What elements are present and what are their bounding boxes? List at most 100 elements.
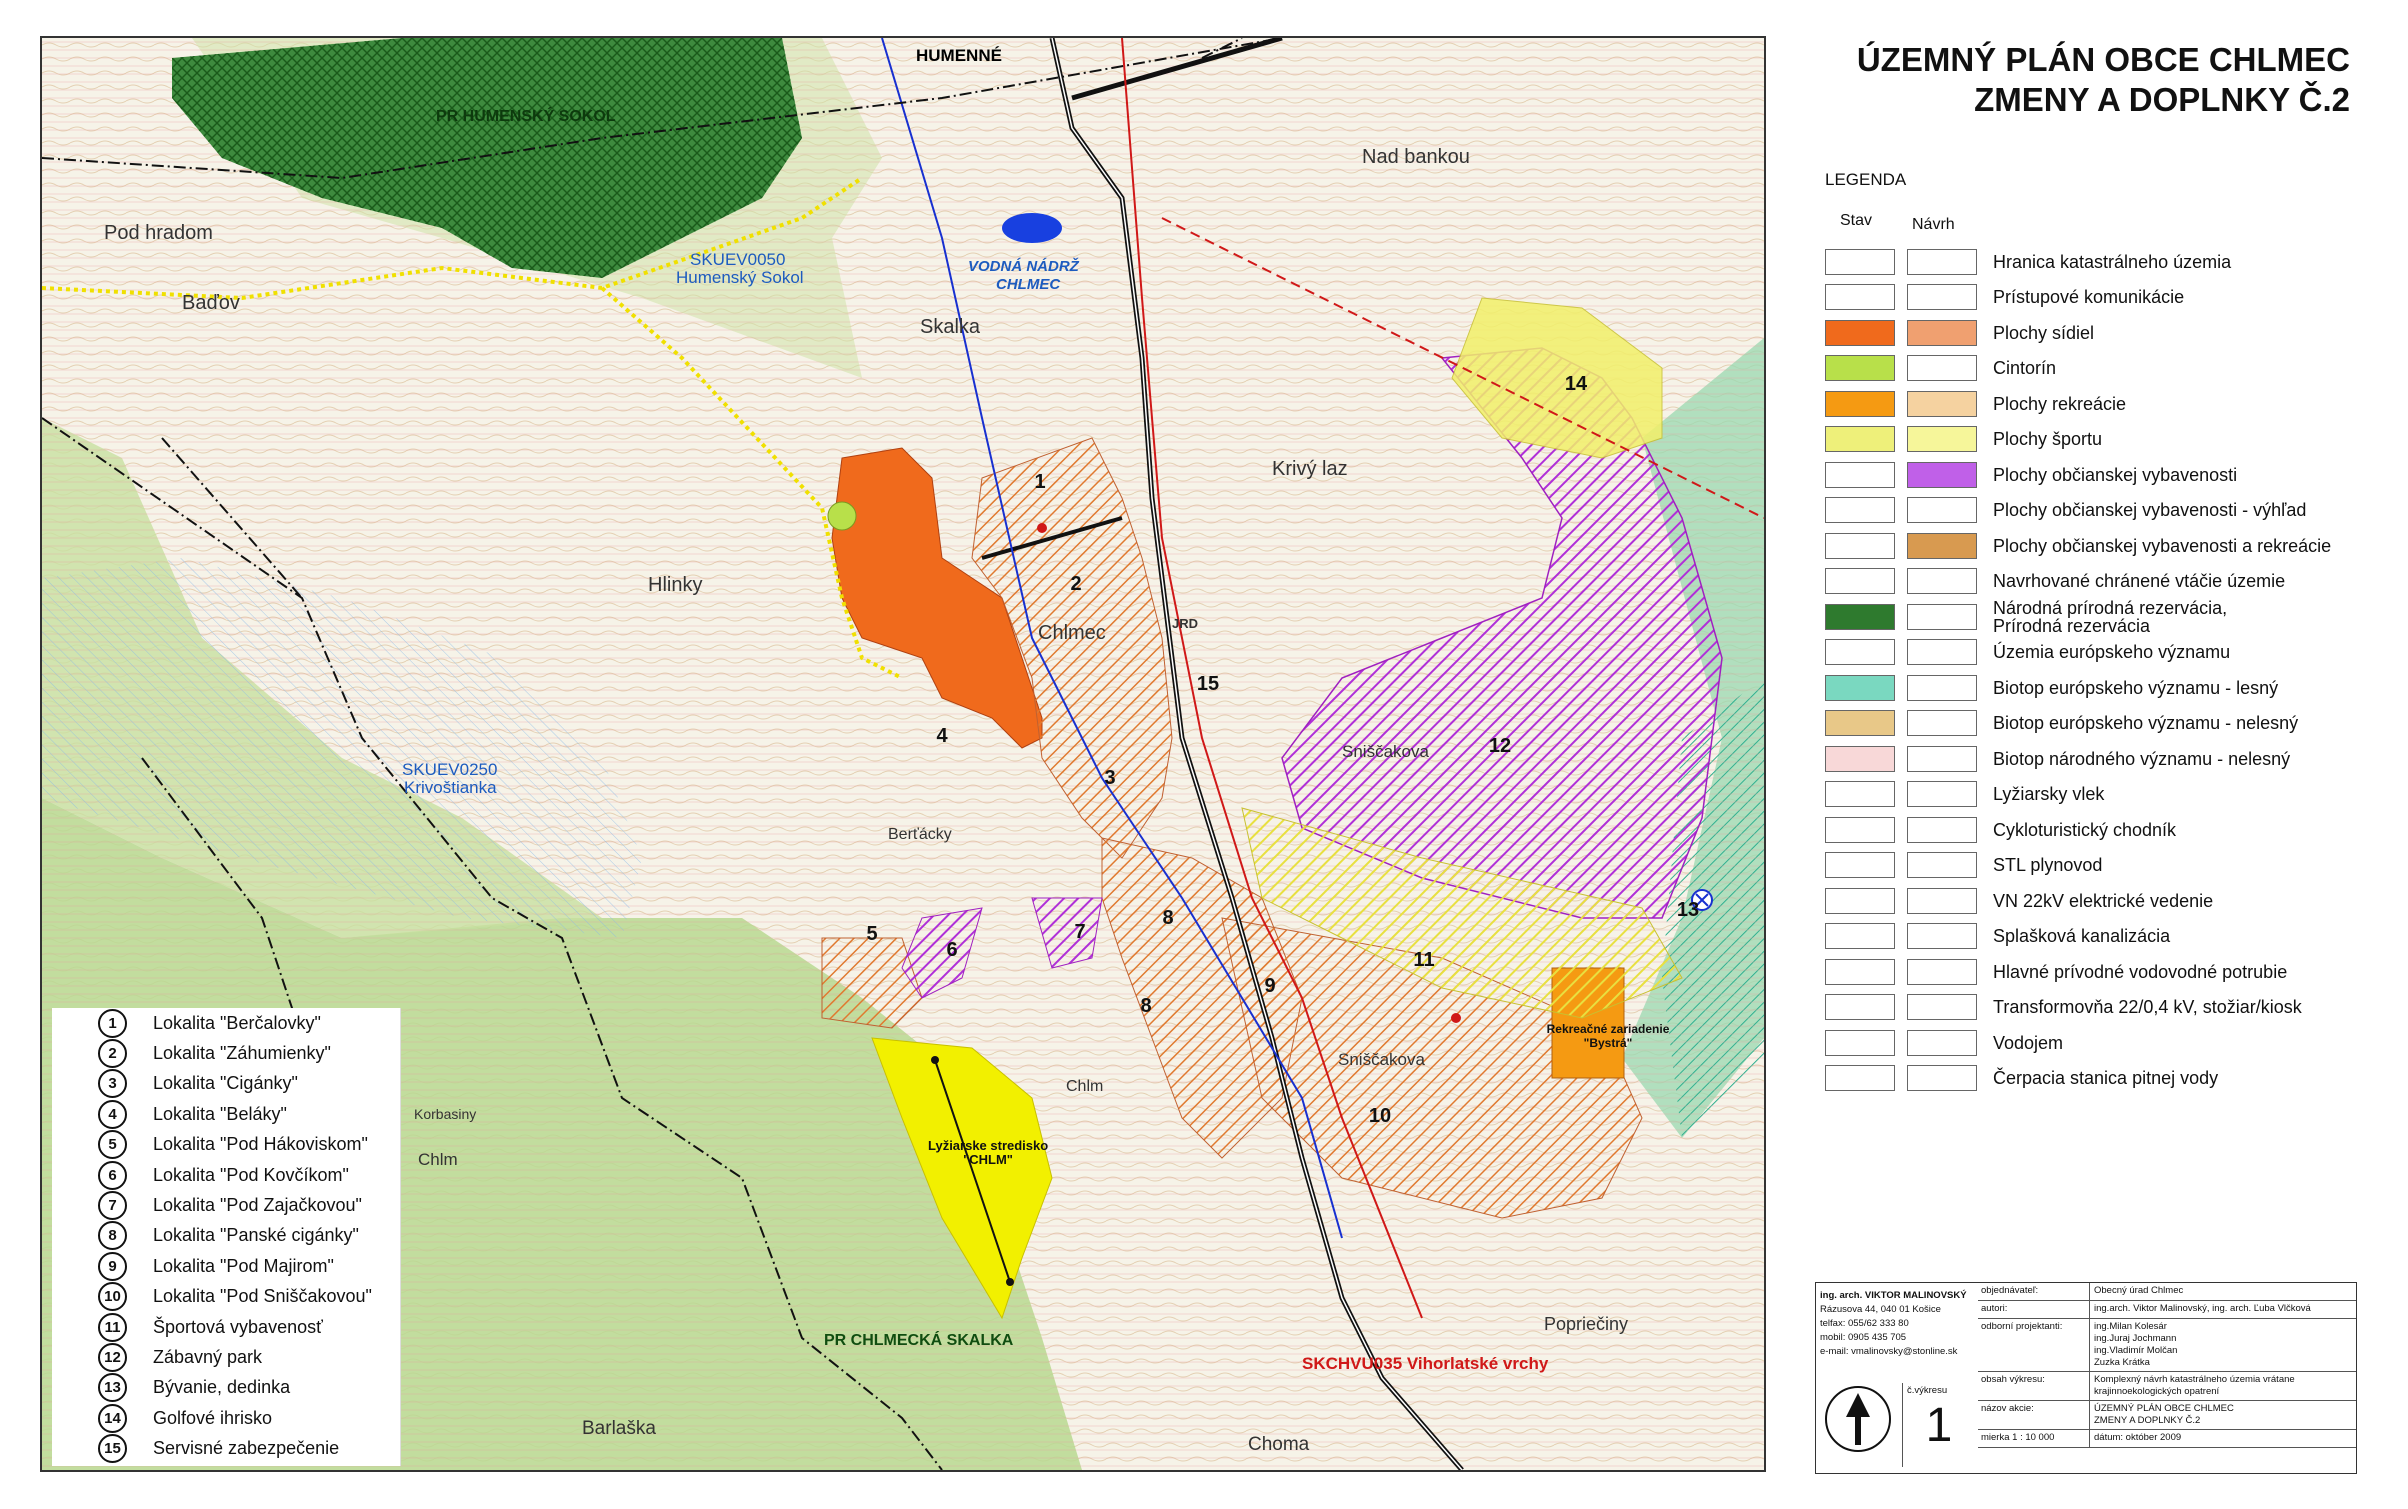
map-label-choma: Choma bbox=[1248, 1434, 1310, 1455]
lokalita-item: 6 Lokalita "Pod Kovčíkom" bbox=[52, 1160, 400, 1190]
zone-number: 11 bbox=[1413, 949, 1435, 971]
drawing-number-value: 1 bbox=[1925, 1399, 1953, 1452]
drawing-number-label: č.výkresu bbox=[1907, 1385, 1948, 1396]
map-label-rekreacne: Rekreačné zariadenie bbox=[1546, 1022, 1670, 1036]
legend-row: Plochy športu bbox=[1825, 422, 2385, 458]
legend-swatch-navrh bbox=[1907, 603, 1977, 630]
legend-label: Navrhované chránené vtáčie územie bbox=[1993, 571, 2286, 592]
author-email: e-mail: vmalinovsky@stonline.sk bbox=[1820, 1346, 1958, 1357]
lokalita-label: Športová vybavenosť bbox=[153, 1316, 323, 1337]
legend-swatch-stav bbox=[1825, 887, 1895, 914]
lokalita-item: 3 Lokalita "Cigánky" bbox=[52, 1069, 400, 1099]
legend-row: Prístupové komunikácie bbox=[1825, 280, 2385, 316]
map-label-sniscakova-2: Sniščakova bbox=[1338, 1050, 1425, 1069]
legend-swatch-navrh bbox=[1907, 1029, 1977, 1056]
map-frame[interactable]: HUMENNÉ PR HUMENSKÝ SOKOL SKUEV0050 Hume… bbox=[40, 36, 1766, 1472]
lokalita-label: Servisné zabezpečenie bbox=[153, 1438, 340, 1459]
legend-label: Plochy rekreácie bbox=[1993, 393, 2127, 414]
map-label-nad-bankou: Nad bankou bbox=[1362, 146, 1470, 168]
legend-label: Transformovňa 22/0,4 kV, stožiar/kiosk bbox=[1993, 997, 2302, 1018]
zone-number: 1 bbox=[1034, 471, 1046, 493]
info-key: objednávateľ: bbox=[1978, 1283, 2090, 1300]
page-subtitle: ZMENY A DOPLNKY Č.2 bbox=[1974, 81, 2350, 118]
legend-label: Územia európskeho významu bbox=[1993, 642, 2231, 663]
lokalita-item: 5 Lokalita "Pod Hákoviskom" bbox=[52, 1130, 400, 1160]
legend-swatch-navrh bbox=[1907, 390, 1977, 417]
legend-swatch-stav bbox=[1825, 816, 1895, 843]
legend-swatch-stav bbox=[1825, 461, 1895, 488]
legend-label: Cintorín bbox=[1993, 358, 2057, 379]
legend-swatch-navrh bbox=[1907, 497, 1977, 524]
legend-label: Vodojem bbox=[1993, 1032, 2064, 1053]
info-value: Komplexný návrh katastrálneho územia vrá… bbox=[2094, 1374, 2295, 1397]
legend-label: VN 22kV elektrické vedenie bbox=[1993, 890, 2214, 911]
author-phone: telfax: 055/62 333 80 bbox=[1820, 1318, 1909, 1329]
legend-swatch-stav bbox=[1825, 390, 1895, 417]
zone-number: 6 bbox=[946, 939, 958, 961]
legend-row: Vodojem bbox=[1825, 1025, 2385, 1061]
lokalita-label: Lokalita "Záhumienky" bbox=[153, 1043, 331, 1064]
zone-number: 12 bbox=[1488, 735, 1512, 757]
map-label-skalka: Skalka bbox=[920, 316, 981, 338]
legend-list: Hranica katastrálneho územia Prístupové k… bbox=[1825, 244, 2385, 1096]
legend-row: Biotop európskeho významu - nelesný bbox=[1825, 706, 2385, 742]
legend-row: Hlavné prívodné vodovodné potrubie bbox=[1825, 954, 2385, 990]
lokalita-item: 9 Lokalita "Pod Majirom" bbox=[52, 1251, 400, 1281]
lokalita-label: Lokalita "Beláky" bbox=[153, 1103, 287, 1124]
lokalita-label: Lokalita "Pod Hákoviskom" bbox=[153, 1134, 368, 1155]
info-row: názov akcie: ÚZEMNÝ PLÁN OBCE CHLMEC ZMEN… bbox=[1978, 1401, 2356, 1430]
lokalita-item: 2 Lokalita "Záhumienky" bbox=[52, 1038, 400, 1069]
zone-number: 7 bbox=[1074, 921, 1086, 943]
lokalita-label: Lokalita "Panské cigánky" bbox=[153, 1225, 359, 1246]
info-row: odborní projektanti: ing.Milan Kolesár in… bbox=[1978, 1319, 2356, 1372]
legend-label: Národná prírodná rezervácia, Prírodná re… bbox=[1993, 597, 2228, 636]
legend-swatch-stav bbox=[1825, 603, 1895, 630]
legend-swatch-stav bbox=[1825, 710, 1895, 737]
lokalita-label: Lokalita "Cigánky" bbox=[153, 1073, 298, 1094]
legend-swatch-navrh bbox=[1907, 248, 1977, 275]
lokalita-number: 4 bbox=[98, 1099, 127, 1129]
legend-swatch-stav bbox=[1825, 355, 1895, 382]
info-value: ÚZEMNÝ PLÁN OBCE CHLMEC ZMENY A DOPLNKY … bbox=[2094, 1403, 2234, 1426]
legend-swatch-navrh bbox=[1907, 745, 1977, 772]
lokalita-number: 8 bbox=[98, 1221, 127, 1251]
lokalita-number: 15 bbox=[98, 1434, 127, 1464]
lokalita-number: 14 bbox=[98, 1403, 127, 1433]
info-key: názov akcie: bbox=[1978, 1401, 2090, 1429]
map-label-sniscakova: Sniščakova bbox=[1342, 742, 1429, 761]
map-label-rekreacne-bystra: "Bystrá" bbox=[1583, 1036, 1633, 1050]
info-row: objednávateľ: Obecný úrad Chlmec bbox=[1978, 1283, 2356, 1301]
map-label-skuev0250: SKUEV0250 bbox=[402, 760, 498, 779]
legend-swatch-navrh bbox=[1907, 710, 1977, 737]
info-value: ing.Milan Kolesár ing.Juraj Jochmann ing… bbox=[2094, 1321, 2178, 1368]
legend-swatch-navrh bbox=[1907, 816, 1977, 843]
legend-swatch-stav bbox=[1825, 674, 1895, 701]
map-label-jrd: JRD bbox=[1172, 616, 1199, 631]
legend-label: Plochy občianskej vybavenosti a rekreáci… bbox=[1993, 535, 2332, 556]
info-table: objednávateľ: Obecný úrad Chlmec autori: in… bbox=[1978, 1283, 2356, 1448]
legend-label: Biotop národného významu - nelesný bbox=[1993, 748, 2291, 769]
legend-swatch-navrh bbox=[1907, 674, 1977, 701]
legend-row: Splašková kanalizácia bbox=[1825, 919, 2385, 955]
lokalita-label: Lokalita "Pod Kovčíkom" bbox=[153, 1164, 349, 1185]
lokalita-label: Zábavný park bbox=[153, 1346, 263, 1367]
water-reservoir bbox=[1002, 213, 1062, 243]
info-value: Obecný úrad Chlmec bbox=[2094, 1285, 2184, 1296]
map-label-skuev0050: SKUEV0050 bbox=[690, 250, 786, 269]
legend-swatch-stav bbox=[1825, 958, 1895, 985]
legend-swatch-stav bbox=[1825, 426, 1895, 453]
info-key: mierka 1 : 10 000 bbox=[1978, 1430, 2090, 1447]
zone-number: 13 bbox=[1676, 899, 1700, 921]
legend-row: Biotop národného významu - nelesný bbox=[1825, 741, 2385, 777]
lokalita-item: 11 Športová vybavenosť bbox=[52, 1312, 400, 1342]
legend-label: Plochy sídiel bbox=[1993, 322, 2095, 343]
legend-swatch-stav bbox=[1825, 923, 1895, 950]
lokalita-number: 9 bbox=[98, 1251, 127, 1281]
legend-label: Prístupové komunikácie bbox=[1993, 287, 2185, 308]
lokalita-number: 11 bbox=[98, 1312, 127, 1342]
legend-swatch-navrh bbox=[1907, 639, 1977, 666]
lokalita-label: Bývanie, dedinka bbox=[153, 1377, 291, 1398]
lokalita-item: 7 Lokalita "Pod Zajačkovou" bbox=[52, 1190, 400, 1221]
lokalita-number: 13 bbox=[98, 1373, 127, 1403]
lokalita-number: 12 bbox=[98, 1342, 127, 1372]
